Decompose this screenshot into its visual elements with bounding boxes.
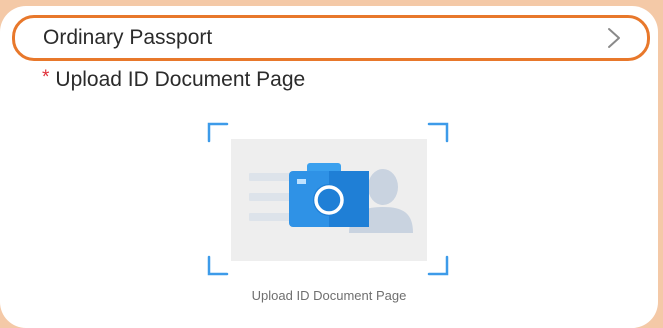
- upload-title-text: Upload ID Document Page: [55, 68, 306, 91]
- required-marker: *: [42, 67, 50, 88]
- chevron-right-icon: [603, 27, 625, 49]
- upload-caption: Upload ID Document Page: [251, 288, 407, 303]
- camera-icon: [289, 163, 369, 227]
- document-type-label: Ordinary Passport: [43, 26, 213, 49]
- upload-section-title: * Upload ID Document Page: [42, 67, 306, 92]
- document-type-selector[interactable]: Ordinary Passport: [12, 15, 650, 61]
- upload-id-document-area[interactable]: [207, 121, 449, 277]
- form-card: Ordinary Passport * Upload ID Document P…: [0, 6, 658, 328]
